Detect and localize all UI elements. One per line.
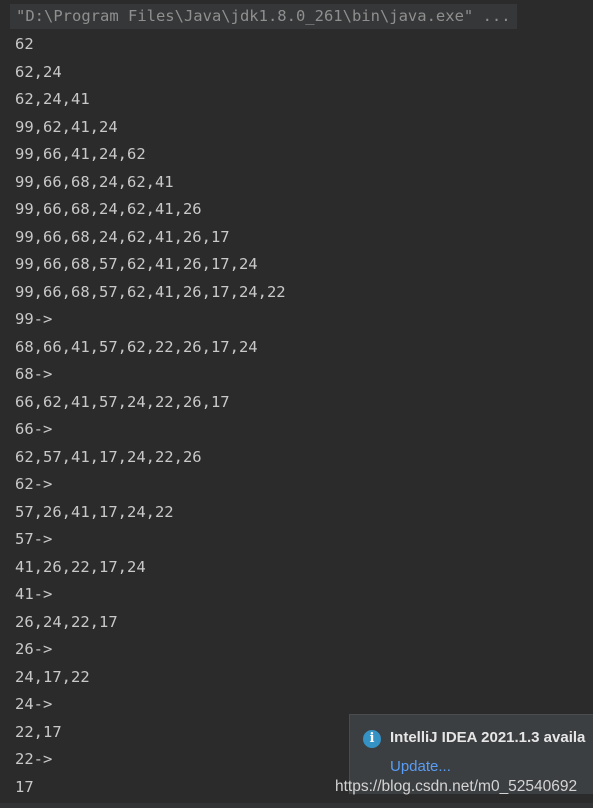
console-output: 62 62,24 62,24,41 99,62,41,24 99,66,41,2… [15,31,286,801]
output-line: 17 [15,777,34,796]
run-console: "D:\Program Files\Java\jdk1.8.0_261\bin\… [0,0,593,808]
output-line: 62,24,41 [15,90,90,108]
output-line: 24,17,22 [15,667,90,686]
output-line: 99,66,68,24,62,41,26 [15,200,202,218]
output-line: 99-> [15,310,53,328]
output-line: 99,66,68,24,62,41 [15,172,174,191]
notification-title: IntelliJ IDEA 2021.1.3 availa [390,729,586,746]
update-link[interactable]: Update... [390,758,451,775]
output-line: 26,24,22,17 [15,612,118,631]
output-line: 41-> [15,585,53,603]
output-line: 66,62,41,57,24,22,26,17 [15,392,230,411]
output-line: 99,66,68,57,62,41,26,17,24 [15,255,258,273]
output-line: 22,17 [15,722,62,741]
output-line: 68,66,41,57,62,22,26,17,24 [15,337,258,356]
output-line: 62,57,41,17,24,22,26 [15,447,202,466]
output-line: 66-> [15,420,53,438]
output-line: 68-> [15,365,53,383]
bottom-divider [0,803,593,808]
output-line: 62 [15,35,34,53]
output-line: 62-> [15,475,53,493]
output-line: 41,26,22,17,24 [15,557,146,576]
output-line: 99,66,68,24,62,41,26,17 [15,227,230,246]
output-line: 62,24 [15,62,62,81]
output-line: 99,66,68,57,62,41,26,17,24,22 [15,282,286,301]
command-line[interactable]: "D:\Program Files\Java\jdk1.8.0_261\bin\… [10,4,517,29]
output-line: 57,26,41,17,24,22 [15,502,174,521]
output-line: 99,66,41,24,62 [15,145,146,163]
watermark: https://blog.csdn.net/m0_52540692 [335,778,578,795]
output-line: 22-> [15,750,53,768]
output-line: 26-> [15,640,53,658]
output-line: 24-> [15,695,53,713]
output-line: 57-> [15,530,53,548]
output-line: 99,62,41,24 [15,117,118,136]
info-icon: i [363,730,381,748]
